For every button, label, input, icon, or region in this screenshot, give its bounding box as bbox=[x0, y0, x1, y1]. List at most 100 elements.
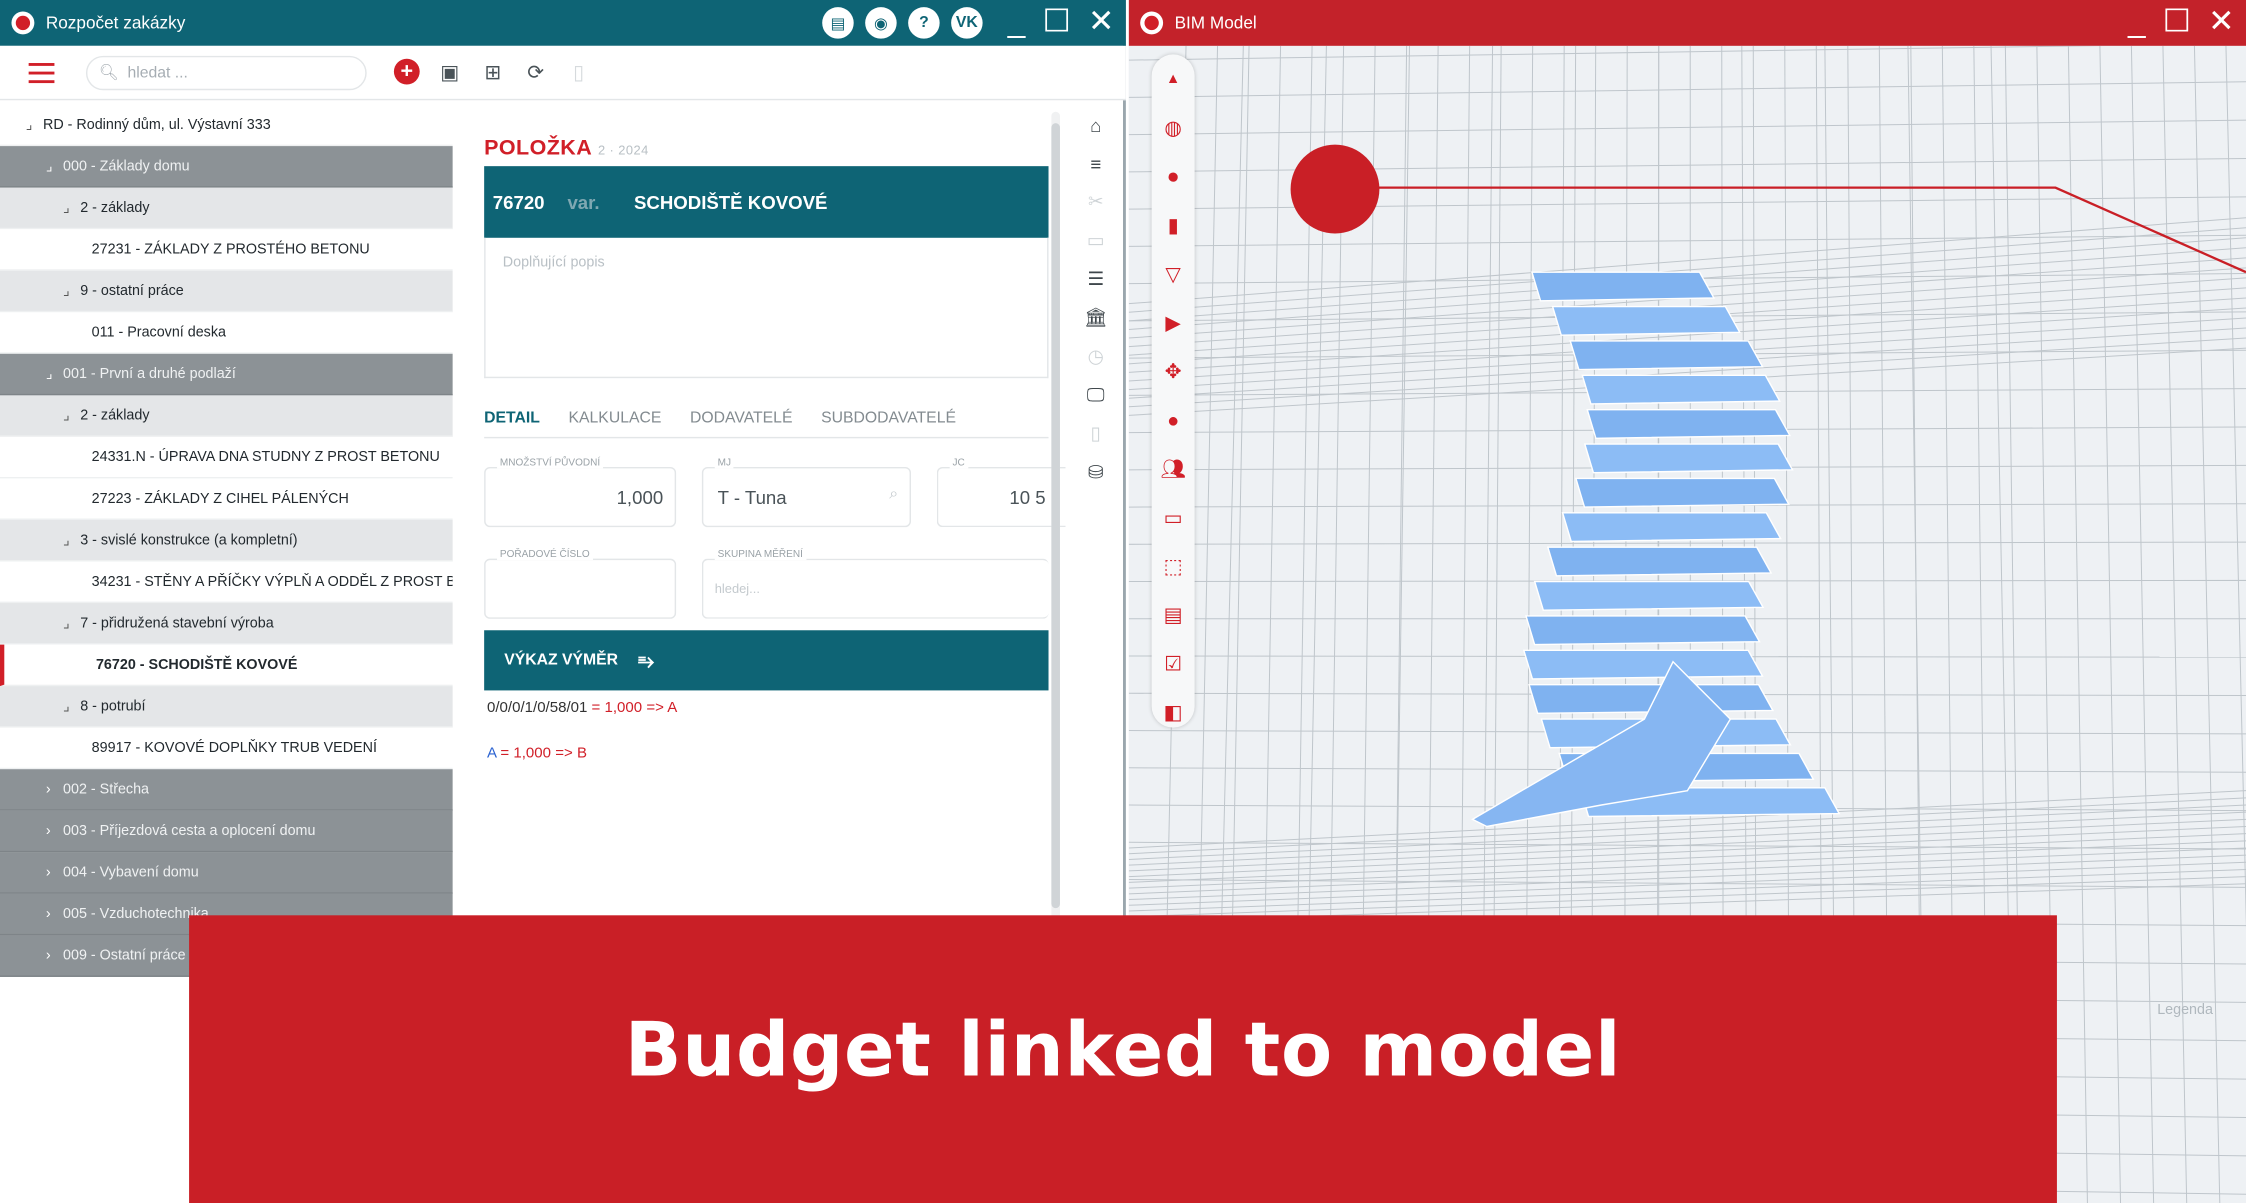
tree-row[interactable]: ⌟ RD - Rodinný dům, ul. Výstavní 333 bbox=[0, 104, 453, 147]
order-number-field[interactable]: POŘADOVÉ ČÍSLO bbox=[484, 550, 677, 619]
help-icon[interactable]: ? bbox=[908, 7, 940, 39]
logo-icon[interactable]: ◍ bbox=[1160, 112, 1186, 144]
legend-button[interactable]: Legenda bbox=[2157, 1003, 2213, 1019]
checklist-icon[interactable]: ☑ bbox=[1160, 647, 1186, 679]
expand-icon[interactable]: ⌟ bbox=[46, 366, 63, 382]
tree-row[interactable]: 89917 - KOVOVÉ DOPLŇKY TRUB VEDENÍ bbox=[0, 727, 453, 770]
measure-group-field[interactable]: SKUPINA MĚŘENÍ hledej... bbox=[701, 550, 1049, 619]
unit-price-field[interactable]: JC 10 5 bbox=[936, 458, 1066, 528]
tree-row[interactable]: 76720 - SCHODIŠTĚ KOVOVÉ bbox=[0, 644, 453, 687]
tree-row[interactable]: ⌟ 000 - Základy domu bbox=[0, 146, 453, 188]
quantity-field[interactable]: MNOŽSTVÍ PŮVODNÍ 1,000 bbox=[484, 458, 677, 528]
chevron-right-icon[interactable]: › bbox=[46, 823, 63, 839]
tree-row-label: 7 - přidružená stavební výroba bbox=[80, 615, 274, 631]
search-input[interactable]: 🔍︎ hledat ... bbox=[85, 55, 367, 90]
chevron-right-icon[interactable]: › bbox=[46, 948, 63, 964]
quantity-value: 1,000 bbox=[616, 487, 664, 509]
layers-icon[interactable]: ◧ bbox=[1160, 696, 1186, 728]
maximize-icon[interactable]: ☐ bbox=[1043, 3, 1071, 40]
frame-icon[interactable]: ⬚ bbox=[1160, 550, 1186, 582]
stair-step bbox=[1522, 649, 1764, 680]
search-icon: 🔍︎ bbox=[98, 64, 119, 82]
tree-row[interactable]: ⌟ 001 - První a druhé podlaží bbox=[0, 353, 453, 396]
document-icon[interactable]: ▤ bbox=[822, 7, 854, 39]
grid-icon[interactable]: ⊞ bbox=[480, 59, 506, 85]
notifications-icon[interactable]: ◉ bbox=[865, 7, 897, 39]
menu-icon[interactable] bbox=[28, 62, 55, 83]
maximize-icon[interactable]: ☐ bbox=[2163, 3, 2191, 40]
people-icon[interactable]: 👥︎ bbox=[1160, 453, 1186, 485]
file-icon[interactable]: ▮ bbox=[1160, 209, 1186, 241]
tree-row-label: 004 - Vybavení domu bbox=[63, 864, 199, 881]
minimize-icon[interactable]: _ bbox=[2128, 3, 2146, 40]
tree-row[interactable]: › 004 - Vybavení domu bbox=[0, 852, 453, 894]
tree-row[interactable]: › 003 - Příjezdová cesta a oplocení domu bbox=[0, 810, 453, 853]
home-search-icon[interactable]: ⌂ bbox=[1081, 112, 1110, 138]
callout-dot bbox=[1290, 144, 1380, 234]
user-avatar[interactable]: VK bbox=[951, 7, 983, 39]
bank-icon[interactable]: 🏛︎ bbox=[1081, 305, 1110, 331]
tree-row[interactable]: 27223 - ZÁKLADY Z CIHEL PÁLENÝCH bbox=[0, 478, 453, 520]
tree-row[interactable]: ⌟ 8 - potrubí bbox=[0, 686, 453, 728]
tree-row[interactable]: ⌟ 2 - základy bbox=[0, 395, 453, 437]
coins-icon[interactable]: ⛁ bbox=[1081, 460, 1110, 486]
close-icon[interactable]: ✕ bbox=[2208, 3, 2234, 40]
tree-row[interactable]: 011 - Pracovní deska bbox=[0, 312, 453, 354]
expand-icon[interactable]: ⌟ bbox=[63, 698, 80, 714]
refresh-icon[interactable]: ⟳ bbox=[523, 59, 549, 85]
unit-field[interactable]: MJ T - Tuna ⌕ bbox=[701, 458, 912, 528]
quantity-label: MNOŽSTVÍ PŮVODNÍ bbox=[497, 458, 604, 469]
tree-row[interactable]: 27231 - ZÁKLADY Z PROSTÉHO BETONU bbox=[0, 229, 453, 271]
app-logo-icon bbox=[1140, 11, 1164, 35]
arrow-up-icon[interactable]: ▲ bbox=[1160, 63, 1186, 95]
expand-icon[interactable]: ⌟ bbox=[46, 158, 63, 174]
expand-icon[interactable]: ⌟ bbox=[63, 532, 80, 548]
expand-icon[interactable]: ⌟ bbox=[63, 408, 80, 424]
bim-titlebar: BIM Model _ ☐ ✕ bbox=[1128, 0, 2246, 46]
chevron-right-icon[interactable]: › bbox=[46, 864, 63, 880]
unit-search-icon[interactable]: ⌕ bbox=[889, 486, 898, 505]
monitor-icon[interactable]: 🖵︎ bbox=[1081, 382, 1110, 408]
expand-icon[interactable]: ⌟ bbox=[63, 200, 80, 216]
keyboard-icon[interactable]: ▭ bbox=[1160, 501, 1186, 533]
close-icon[interactable]: ✕ bbox=[1088, 3, 1114, 40]
tab-kalkulace[interactable]: KALKULACE bbox=[569, 409, 662, 426]
tree-row[interactable]: › 002 - Střecha bbox=[0, 769, 453, 811]
expand-icon[interactable]: ⌟ bbox=[63, 615, 80, 631]
tab-detail[interactable]: DETAIL bbox=[484, 409, 540, 426]
tree-row[interactable]: ⌟ 3 - svislé konstrukce (a kompletní) bbox=[0, 519, 453, 562]
stair-step bbox=[1586, 408, 1792, 440]
tree-row[interactable]: ⌟ 2 - základy bbox=[0, 187, 453, 230]
tree-row[interactable]: ⌟ 9 - ostatní práce bbox=[0, 270, 453, 313]
tree-row-label: 2 - základy bbox=[80, 407, 150, 424]
vykaz-line[interactable]: A = 1,000 => B bbox=[487, 745, 1049, 762]
chevron-right-icon[interactable]: › bbox=[46, 906, 63, 922]
clock-icon: ◷ bbox=[1087, 345, 1104, 367]
tree-row-label: 001 - První a druhé podlaží bbox=[63, 365, 236, 382]
wrap-icon[interactable]: ⥱ bbox=[638, 648, 654, 672]
add-icon[interactable]: + bbox=[393, 58, 420, 85]
save-icon[interactable]: ▣ bbox=[437, 59, 463, 85]
minimize-icon[interactable]: _ bbox=[1008, 3, 1026, 40]
tree-row[interactable]: 34231 - STĚNY A PŘÍČKY VÝPLŇ A ODDĚL Z P… bbox=[0, 561, 453, 604]
tree-row-label: 24331.N - ÚPRAVA DNA STUDNY Z PROST BETO… bbox=[91, 449, 440, 465]
detail-scrollbar[interactable] bbox=[1051, 111, 1060, 922]
document-icon[interactable]: ▤ bbox=[1160, 599, 1186, 631]
filter-icon[interactable]: ▽ bbox=[1160, 258, 1186, 290]
play-icon[interactable]: ▶ bbox=[1160, 307, 1186, 339]
expand-icon[interactable]: ⌟ bbox=[63, 283, 80, 299]
chevron-right-icon[interactable]: › bbox=[46, 781, 63, 797]
stop-icon[interactable]: ⏺ bbox=[1160, 160, 1186, 192]
vykaz-line[interactable]: 0/0/0/1/0/58/01 = 1,000 => A bbox=[487, 699, 1049, 716]
tab-subdodavatele[interactable]: SUBDODAVATELÉ bbox=[821, 409, 956, 426]
person-icon[interactable]: ● bbox=[1160, 404, 1186, 436]
list-icon[interactable]: ☰ bbox=[1081, 266, 1110, 292]
tab-dodavatele[interactable]: DODAVATELÉ bbox=[690, 409, 792, 426]
move-icon[interactable]: ✥ bbox=[1160, 355, 1186, 387]
detail-side-toolbar: ⌂ ≡ ✂ ▭ ☰ 🏛︎ ◷ 🖵︎ ▯ ⛁ bbox=[1077, 112, 1114, 486]
tree-row[interactable]: ⌟ 7 - přidružená stavební výroba bbox=[0, 603, 453, 645]
expand-icon[interactable]: ⌟ bbox=[26, 117, 43, 133]
tree-row[interactable]: 24331.N - ÚPRAVA DNA STUDNY Z PROST BETO… bbox=[0, 436, 453, 479]
formula-icon[interactable]: ≡ bbox=[1081, 150, 1110, 176]
description-field[interactable]: Doplňující popis bbox=[484, 237, 1049, 379]
